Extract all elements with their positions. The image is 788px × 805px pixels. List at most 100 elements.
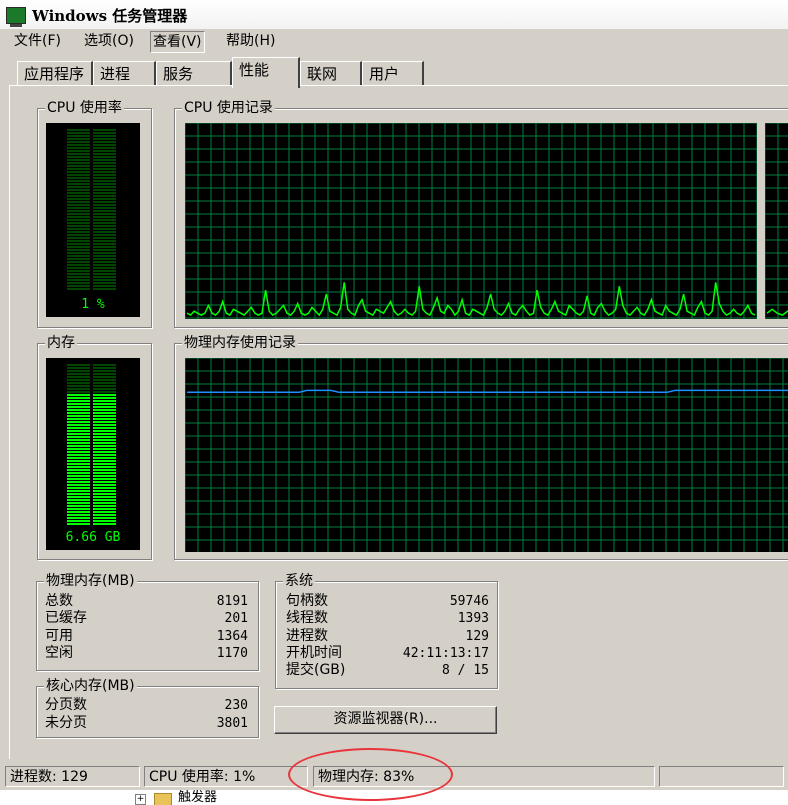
undefined (67, 412, 90, 414)
undefined (93, 219, 116, 221)
menu-options[interactable]: 选项(O) (82, 31, 136, 51)
undefined (93, 472, 116, 474)
undefined (67, 493, 90, 495)
undefined (93, 406, 116, 408)
memory-label: 内存 (45, 335, 77, 351)
cpu-history-graph-core2 (765, 123, 788, 319)
undefined (93, 141, 116, 143)
window-title: Windows 任务管理器 (32, 7, 188, 25)
undefined (67, 430, 90, 432)
undefined (67, 258, 90, 260)
undefined (67, 213, 90, 215)
status-processes: 进程数: 129 (5, 766, 140, 787)
red-circle-annotation (288, 748, 453, 801)
tab-networking[interactable]: 联网 (300, 61, 362, 85)
memory-usage-bars (67, 364, 116, 525)
undefined (67, 391, 90, 393)
undefined (67, 156, 90, 158)
undefined (67, 445, 90, 447)
undefined (67, 511, 90, 513)
undefined (93, 198, 116, 200)
undefined (67, 454, 90, 456)
undefined (67, 481, 90, 483)
undefined (67, 147, 90, 149)
undefined (93, 174, 116, 176)
undefined (93, 421, 116, 423)
menu-file[interactable]: 文件(F) (12, 31, 63, 51)
undefined (67, 159, 90, 161)
task-manager-icon (6, 7, 26, 27)
title-bar[interactable]: Windows 任务管理器 (0, 0, 788, 29)
undefined (93, 132, 116, 134)
undefined (93, 400, 116, 402)
undefined (67, 195, 90, 197)
undefined (67, 433, 90, 435)
system-label: 系统 (283, 573, 315, 589)
resource-monitor-button[interactable]: 资源监视器(R)... (274, 706, 497, 734)
tab-processes[interactable]: 进程 (93, 61, 156, 85)
undefined (93, 451, 116, 453)
kernel-memory-label: 核心内存(MB) (44, 678, 137, 694)
undefined (93, 249, 116, 251)
undefined (67, 496, 90, 498)
undefined (93, 502, 116, 504)
undefined (67, 394, 90, 396)
undefined (93, 391, 116, 393)
undefined (93, 484, 116, 486)
undefined (67, 189, 90, 191)
undefined (67, 463, 90, 465)
undefined (93, 240, 116, 242)
memory-group: 内存 6.66 GB (37, 335, 152, 560)
tab-services[interactable]: 服务 (156, 61, 232, 85)
undefined (67, 216, 90, 218)
kernel-nonpaged-label: 未分页 (45, 715, 87, 731)
undefined (67, 144, 90, 146)
undefined (67, 180, 90, 182)
phys-free-value: 1170 (216, 646, 248, 661)
undefined (93, 177, 116, 179)
undefined (67, 382, 90, 384)
tab-performance[interactable]: 性能 (232, 57, 300, 88)
menu-help[interactable]: 帮助(H) (224, 31, 277, 51)
undefined (93, 243, 116, 245)
phys-available-value: 1364 (216, 629, 248, 644)
undefined (93, 475, 116, 477)
undefined (67, 162, 90, 164)
undefined (93, 424, 116, 426)
cpu-usage-group: CPU 使用率 1 % (37, 100, 152, 328)
undefined (67, 186, 90, 188)
sys-commit-value: 8 / 15 (442, 663, 489, 678)
undefined (93, 282, 116, 284)
folder-label[interactable]: 触发器 (178, 790, 217, 805)
undefined (67, 234, 90, 236)
sys-threads-label: 线程数 (286, 610, 328, 626)
expand-icon[interactable]: + (135, 794, 146, 805)
undefined (93, 433, 116, 435)
tab-users[interactable]: 用户 (362, 61, 424, 85)
undefined (93, 138, 116, 140)
menu-view[interactable]: 查看(V) (150, 31, 205, 53)
undefined (67, 219, 90, 221)
cpu-history-graph (185, 123, 757, 319)
phys-cached-label: 已缓存 (45, 610, 87, 626)
undefined (93, 207, 116, 209)
physical-memory-group: 物理内存(MB) 总数 8191 已缓存 201 可用 1364 空闲 1170 (36, 573, 259, 671)
phys-free-label: 空闲 (45, 645, 73, 661)
undefined (67, 192, 90, 194)
memory-history-group: 物理内存使用记录 (174, 335, 788, 560)
sys-processes-value: 129 (465, 629, 489, 644)
phys-available-label: 可用 (45, 628, 73, 644)
undefined (67, 138, 90, 140)
memory-history-graph (185, 358, 788, 552)
tab-applications[interactable]: 应用程序 (17, 61, 93, 85)
undefined (93, 376, 116, 378)
undefined (93, 135, 116, 137)
undefined (67, 409, 90, 411)
undefined (93, 469, 116, 471)
undefined (67, 460, 90, 462)
undefined (67, 261, 90, 263)
cpu-usage-bars (67, 129, 116, 290)
undefined (93, 165, 116, 167)
sys-uptime-value: 42:11:13:17 (402, 646, 489, 661)
undefined (93, 490, 116, 492)
